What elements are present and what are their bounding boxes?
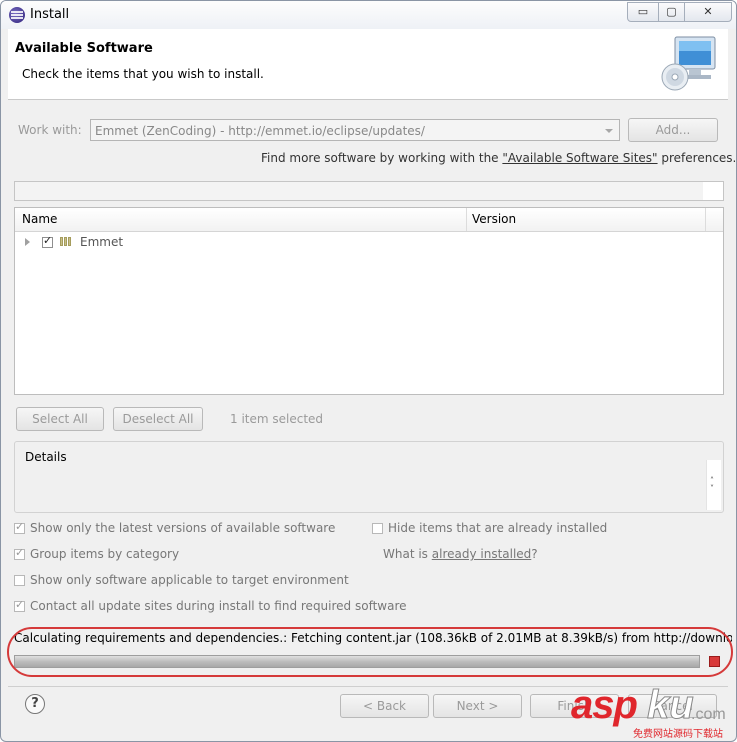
- selection-count: 1 item selected: [230, 412, 324, 426]
- what-is-prefix: What is: [383, 547, 432, 561]
- watermark-brand-b: ku: [647, 683, 695, 728]
- contact-sites-label: Contact all update sites during install …: [30, 599, 407, 613]
- highlight-ring: [7, 627, 733, 677]
- work-with-combo[interactable]: Emmet (ZenCoding) - http://emmet.io/ecli…: [90, 119, 620, 141]
- find-more-suffix: preferences.: [657, 151, 737, 165]
- window-title: Install: [30, 7, 70, 22]
- target-environment-label: Show only software applicable to target …: [30, 573, 349, 587]
- work-with-label: Work with:: [18, 123, 82, 137]
- available-sites-link[interactable]: "Available Software Sites": [502, 151, 657, 165]
- page-title: Available Software: [15, 41, 153, 56]
- expand-arrow-icon[interactable]: [25, 238, 30, 246]
- what-is-installed-text: What is already installed?: [383, 547, 538, 561]
- title-bar: Install ▭ ▢ ✕: [1, 1, 736, 29]
- column-divider: [705, 208, 706, 231]
- watermark-caption: 免费网站源码下载站: [633, 729, 723, 740]
- tree-item-label: Emmet: [80, 235, 124, 249]
- filter-input[interactable]: [14, 181, 724, 201]
- help-icon[interactable]: ?: [25, 694, 45, 714]
- scroll-down-icon[interactable]: ˅: [710, 484, 714, 493]
- work-with-value: Emmet (ZenCoding) - http://emmet.io/ecli…: [95, 124, 425, 138]
- group-by-category-checkbox[interactable]: [14, 546, 25, 560]
- maximize-button[interactable]: ▢: [658, 2, 685, 22]
- software-tree[interactable]: Name Version Emmet: [14, 207, 724, 395]
- minimize-button[interactable]: ▭: [627, 2, 659, 22]
- tree-header: Name Version: [15, 208, 723, 232]
- latest-versions-label: Show only the latest versions of availab…: [30, 521, 336, 535]
- find-more-prefix: Find more software by working with the: [261, 151, 503, 165]
- target-environment-checkbox[interactable]: [14, 575, 25, 586]
- hide-installed-label: Hide items that are already installed: [388, 521, 608, 535]
- find-more-text: Find more software by working with the "…: [261, 151, 736, 165]
- back-button[interactable]: < Back: [340, 694, 429, 718]
- details-label: Details: [23, 450, 69, 464]
- hide-installed-checkbox[interactable]: [372, 523, 383, 534]
- watermark: asp ku .com 免费网站源码下载站: [571, 683, 736, 741]
- close-button[interactable]: ✕: [684, 2, 732, 22]
- wizard-header: Available Software Check the items that …: [8, 29, 728, 100]
- column-version-header[interactable]: Version: [472, 212, 516, 226]
- chevron-down-icon: [605, 129, 613, 133]
- next-button[interactable]: Next >: [433, 694, 522, 718]
- emmet-checkbox[interactable]: [42, 234, 53, 248]
- add-button[interactable]: Add...: [628, 118, 718, 142]
- what-is-suffix: ?: [531, 547, 538, 561]
- contact-sites-checkbox[interactable]: [14, 598, 25, 612]
- column-name-header[interactable]: Name: [22, 212, 57, 226]
- page-subtitle: Check the items that you wish to install…: [22, 67, 264, 81]
- column-divider: [466, 208, 467, 231]
- watermark-suffix: .com: [691, 706, 726, 723]
- monitor-cd-icon: [661, 36, 716, 91]
- already-installed-link[interactable]: already installed: [432, 547, 532, 561]
- group-by-category-label: Group items by category: [30, 547, 180, 561]
- latest-versions-checkbox[interactable]: [14, 520, 25, 534]
- watermark-brand-a: asp: [571, 683, 638, 727]
- install-dialog: Install ▭ ▢ ✕ Available Software Check t…: [0, 0, 737, 742]
- details-group: Details ˄ ˅: [14, 441, 724, 513]
- details-scrollbar[interactable]: ˄ ˅: [706, 460, 721, 510]
- category-icon: [60, 237, 74, 246]
- deselect-all-button[interactable]: Deselect All: [113, 407, 203, 431]
- select-all-button[interactable]: Select All: [16, 407, 104, 431]
- tree-row[interactable]: Emmet: [15, 233, 723, 251]
- eclipse-icon: [9, 7, 25, 23]
